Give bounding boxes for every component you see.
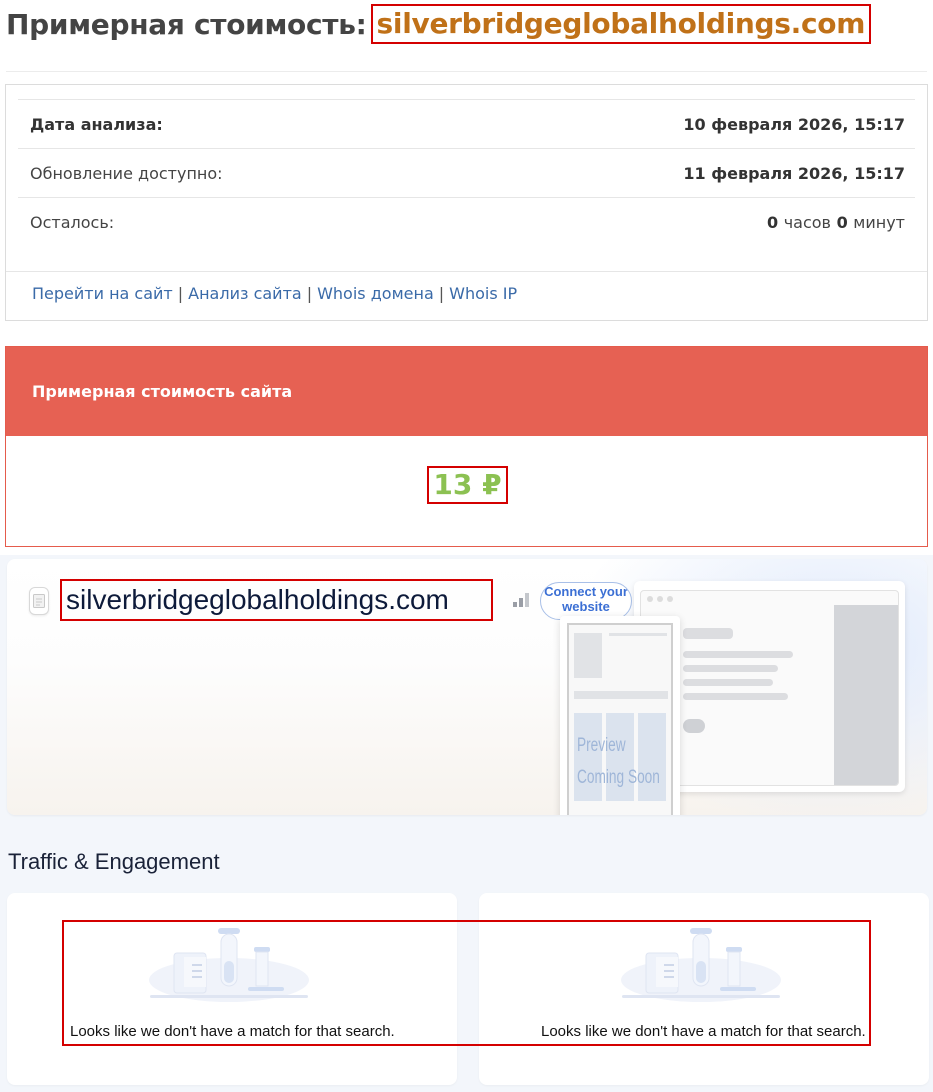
signal-bars-icon	[513, 593, 529, 607]
divider	[6, 271, 927, 272]
traffic-card: Looks like we don't have a match for tha…	[7, 893, 457, 1085]
file-icon	[29, 587, 49, 615]
divider	[6, 71, 927, 72]
page-title: Примерная стоимость: silverbridgeglobalh…	[6, 4, 872, 44]
empty-state-illustration	[149, 928, 309, 1002]
link-separator: |	[438, 284, 445, 303]
estimated-cost-body: 13 ₽	[6, 436, 927, 546]
info-label: Обновление доступно:	[30, 163, 223, 183]
info-value: 0 часов 0 минут	[767, 213, 905, 232]
info-label: Осталось:	[30, 212, 115, 232]
estimated-cost-value: 13 ₽	[427, 466, 508, 504]
preview-line: Preview	[577, 735, 626, 756]
info-row-analysis-date: Дата анализа: 10 февраля 2026, 15:17	[18, 99, 915, 148]
analysis-info-panel: Дата анализа: 10 февраля 2026, 15:17 Обн…	[5, 84, 928, 321]
estimated-cost-heading: Примерная стоимость сайта	[6, 347, 927, 436]
empty-state-message: Looks like we don't have a match for tha…	[541, 1023, 866, 1040]
site-preview-card: silverbridgeglobalholdings.com Connect y…	[7, 559, 927, 815]
page-title-domain: silverbridgeglobalholdings.com	[370, 4, 872, 44]
info-value: 10 февраля 2026, 15:17	[683, 114, 905, 134]
site-domain[interactable]: silverbridgeglobalholdings.com	[60, 579, 493, 621]
empty-state-illustration	[621, 928, 781, 1002]
info-value: 11 февраля 2026, 15:17	[683, 163, 905, 183]
site-overview-section: silverbridgeglobalholdings.com Connect y…	[0, 555, 933, 1092]
site-links: Перейти на сайт | Анализ сайта | Whois домен…	[32, 284, 517, 303]
info-row-time-left: Осталось: 0 часов 0 минут	[18, 197, 915, 246]
link-whois-domain[interactable]: Whois домена	[317, 284, 434, 303]
preview-line: Coming Soon	[577, 767, 660, 788]
minutes-unit: минут	[853, 212, 905, 232]
info-label: Дата анализа:	[30, 114, 163, 134]
link-site-analysis[interactable]: Анализ сайта	[188, 284, 302, 303]
mobile-preview-mockup: Preview Coming Soon	[560, 616, 680, 815]
page-title-prefix: Примерная стоимость:	[6, 7, 367, 41]
minutes-value: 0	[836, 212, 848, 232]
link-separator: |	[306, 284, 313, 303]
info-row-update-available: Обновление доступно: 11 февраля 2026, 15…	[18, 148, 915, 197]
link-visit-site[interactable]: Перейти на сайт	[32, 284, 173, 303]
estimated-cost-panel: Примерная стоимость сайта 13 ₽	[5, 346, 928, 547]
traffic-engagement-title: Traffic & Engagement	[8, 849, 220, 874]
preview-coming-soon: Preview Coming Soon	[577, 730, 660, 794]
link-separator: |	[177, 284, 184, 303]
traffic-card: Looks like we don't have a match for tha…	[479, 893, 929, 1085]
link-whois-ip[interactable]: Whois IP	[449, 284, 517, 303]
connect-website-button[interactable]: Connect your website	[540, 582, 632, 620]
hours-value: 0	[766, 212, 779, 232]
empty-state-message: Looks like we don't have a match for tha…	[70, 1023, 395, 1040]
hours-unit: часов	[783, 212, 831, 232]
